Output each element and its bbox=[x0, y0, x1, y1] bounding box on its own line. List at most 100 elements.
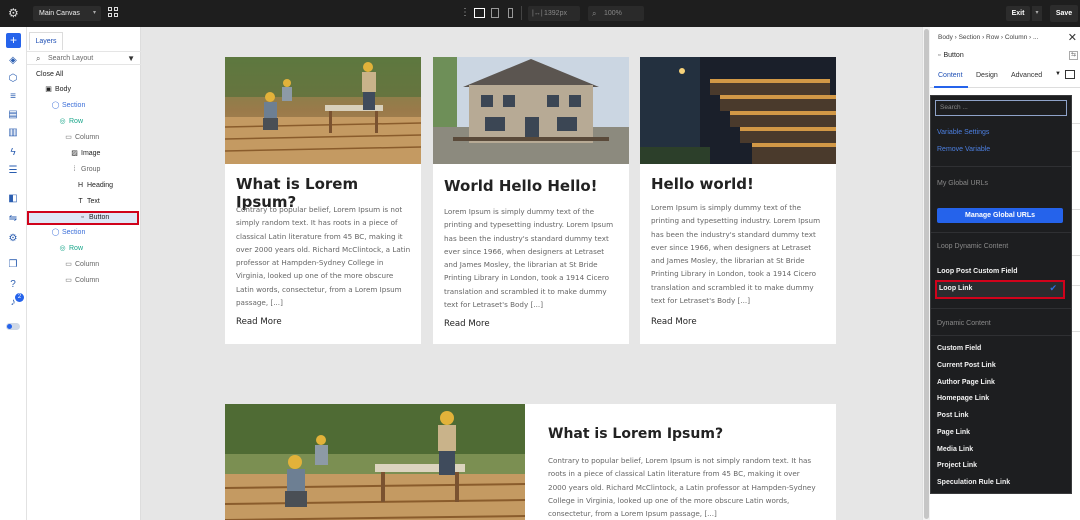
desktop-view-icon[interactable] bbox=[474, 8, 485, 18]
save-button[interactable]: Save bbox=[1050, 5, 1078, 22]
card-excerpt: Contrary to popular belief, Lorem Ipsum … bbox=[236, 205, 411, 308]
tree-item-column-3[interactable]: ▭ Column bbox=[64, 274, 99, 288]
card-title: World Hello Hello! bbox=[444, 177, 598, 195]
tab-layers[interactable]: Layers bbox=[29, 32, 63, 50]
panel-options-icon[interactable]: ⇆ bbox=[1069, 51, 1078, 60]
column-icon: ▭ bbox=[65, 277, 72, 284]
row-icon: ◎ bbox=[59, 245, 66, 252]
page-icon[interactable]: ▤ bbox=[7, 109, 19, 121]
group-icon: ⁞ bbox=[73, 166, 76, 173]
toolbar-divider bbox=[521, 6, 522, 20]
breadcrumb[interactable]: Body › Section › Row › Column › ... bbox=[938, 34, 1038, 41]
tree-item-group[interactable]: ⁞ Group bbox=[70, 163, 101, 177]
featured-post[interactable]: What is Lorem Ipsum? Contrary to popular… bbox=[225, 404, 836, 520]
box-icon[interactable]: ⬡ bbox=[7, 73, 19, 85]
chevron-down-icon: ▾ bbox=[92, 10, 96, 16]
layers-search-input[interactable]: ⌕ Search Layout ▼ bbox=[27, 51, 141, 65]
dynamic-icon[interactable]: ⇋ bbox=[7, 213, 19, 225]
tree-item-body[interactable]: ▣ Body bbox=[44, 83, 71, 97]
layers-panel: Layers ⌕ Search Layout ▼ Close All ▣ Body… bbox=[27, 27, 141, 520]
read-more-button[interactable]: Read More bbox=[651, 317, 697, 327]
puzzle-icon[interactable]: ◧ bbox=[7, 193, 19, 205]
canvas-width-field[interactable]: |↔| 1392px bbox=[528, 6, 580, 21]
option-custom-field[interactable]: Custom Field bbox=[937, 345, 981, 352]
exit-options-chevron-icon[interactable]: ▾ bbox=[1032, 6, 1042, 21]
add-element-button[interactable]: + bbox=[6, 33, 21, 48]
tab-design[interactable]: Design bbox=[976, 72, 998, 79]
option-media-link[interactable]: Media Link bbox=[937, 446, 973, 453]
chevron-down-icon[interactable]: ▼ bbox=[1055, 71, 1061, 77]
tree-item-section-2[interactable]: ◯ Section bbox=[51, 226, 86, 240]
variable-settings-link[interactable]: Variable Settings bbox=[937, 129, 989, 136]
notification-badge: 2 bbox=[15, 293, 24, 302]
tab-content[interactable]: Content bbox=[938, 72, 963, 79]
grid-icon[interactable] bbox=[108, 7, 119, 18]
tree-item-row[interactable]: ◎ Row bbox=[58, 115, 83, 129]
template-icon[interactable]: ▥ bbox=[7, 127, 19, 139]
settings-data-icon[interactable]: ⚙ bbox=[7, 233, 19, 245]
option-homepage-link[interactable]: Homepage Link bbox=[937, 395, 989, 402]
dropdown-divider bbox=[931, 335, 1071, 336]
filter-icon[interactable]: ▼ bbox=[127, 54, 135, 63]
body-icon: ▣ bbox=[45, 86, 52, 93]
post-card[interactable]: World Hello Hello! Lorem Ipsum is simply… bbox=[433, 57, 629, 344]
post-card[interactable]: What is Lorem Ipsum? Contrary to popular… bbox=[225, 57, 421, 344]
responsive-view-icon[interactable] bbox=[1065, 70, 1075, 79]
canvas-width-value: 1392px bbox=[544, 10, 567, 17]
option-author-page-link[interactable]: Author Page Link bbox=[937, 379, 995, 386]
remove-variable-link[interactable]: Remove Variable bbox=[937, 146, 990, 153]
more-options-icon[interactable]: ⋮ bbox=[460, 7, 470, 19]
tree-item-column[interactable]: ▭ Column bbox=[64, 131, 99, 145]
canvas-scrollbar[interactable] bbox=[922, 27, 930, 520]
group-label-global-urls: My Global URLs bbox=[937, 180, 988, 187]
help-icon[interactable]: ? bbox=[7, 279, 19, 291]
read-more-button[interactable]: Read More bbox=[444, 319, 490, 329]
option-loop-post-custom-field[interactable]: Loop Post Custom Field bbox=[937, 268, 1018, 275]
option-post-link[interactable]: Post Link bbox=[937, 412, 969, 419]
tree-item-section[interactable]: ◯ Section bbox=[51, 99, 86, 113]
manage-global-urls-button[interactable]: Manage Global URLs bbox=[937, 208, 1063, 223]
dropdown-divider bbox=[931, 308, 1071, 309]
dropdown-divider bbox=[931, 232, 1071, 233]
close-all-button[interactable]: Close All bbox=[36, 71, 63, 78]
gear-icon[interactable]: ⚙ bbox=[8, 7, 20, 19]
post-card[interactable]: Hello world! Lorem Ipsum is simply dummy… bbox=[640, 57, 836, 344]
search-icon: ⌕ bbox=[36, 54, 41, 63]
zoom-field[interactable]: ⌕ 100% bbox=[588, 6, 644, 21]
close-icon[interactable]: ✕ bbox=[1068, 31, 1077, 44]
exit-button[interactable]: Exit bbox=[1006, 6, 1030, 21]
top-toolbar: ⚙ Main Canvas ▾ ⋮ |↔| 1392px ⌕ 100% Exit… bbox=[0, 0, 1080, 27]
mobile-view-icon[interactable] bbox=[508, 8, 513, 18]
sliders-icon[interactable]: ☰ bbox=[7, 165, 19, 177]
lightning-icon[interactable]: ϟ bbox=[7, 147, 19, 159]
option-current-post-link[interactable]: Current Post Link bbox=[937, 362, 996, 369]
tree-item-row-2[interactable]: ◎ Row bbox=[58, 242, 83, 256]
button-icon: ▫ bbox=[938, 52, 941, 59]
canvas-select[interactable]: Main Canvas ▾ bbox=[33, 6, 101, 21]
divider bbox=[1072, 331, 1080, 332]
divider bbox=[1072, 255, 1080, 256]
layers-icon[interactable]: ◈ bbox=[7, 55, 19, 67]
column-icon: ▭ bbox=[65, 261, 72, 268]
tree-item-image[interactable]: ▨ Image bbox=[70, 147, 100, 161]
option-project-link[interactable]: Project Link bbox=[937, 462, 977, 469]
read-more-button[interactable]: Read More bbox=[236, 317, 282, 327]
layers-search-placeholder: Search Layout bbox=[48, 55, 94, 62]
option-page-link[interactable]: Page Link bbox=[937, 429, 970, 436]
option-loop-link[interactable]: Loop Link ✔ bbox=[935, 280, 1065, 299]
tree-item-column-2[interactable]: ▭ Column bbox=[64, 258, 99, 272]
tree-item-button[interactable]: ▫ Button bbox=[27, 211, 139, 225]
divider bbox=[1072, 123, 1080, 124]
tree-item-heading[interactable]: H Heading bbox=[76, 179, 113, 193]
database-icon[interactable]: ≡ bbox=[7, 91, 19, 103]
divider bbox=[1072, 151, 1080, 152]
tab-advanced[interactable]: Advanced bbox=[1011, 72, 1042, 79]
copy-icon[interactable]: ❐ bbox=[7, 259, 19, 271]
tablet-view-icon[interactable] bbox=[491, 8, 499, 18]
option-speculation-rule-link[interactable]: Speculation Rule Link bbox=[937, 479, 1010, 486]
tree-item-text[interactable]: T Text bbox=[76, 195, 99, 209]
card-excerpt: Lorem Ipsum is simply dummy text of the … bbox=[444, 207, 614, 310]
dropdown-search-input[interactable]: Search ... bbox=[935, 100, 1067, 116]
page-canvas[interactable]: What is Lorem Ipsum? Contrary to popular… bbox=[141, 27, 922, 520]
toggle-icon[interactable] bbox=[6, 323, 20, 330]
